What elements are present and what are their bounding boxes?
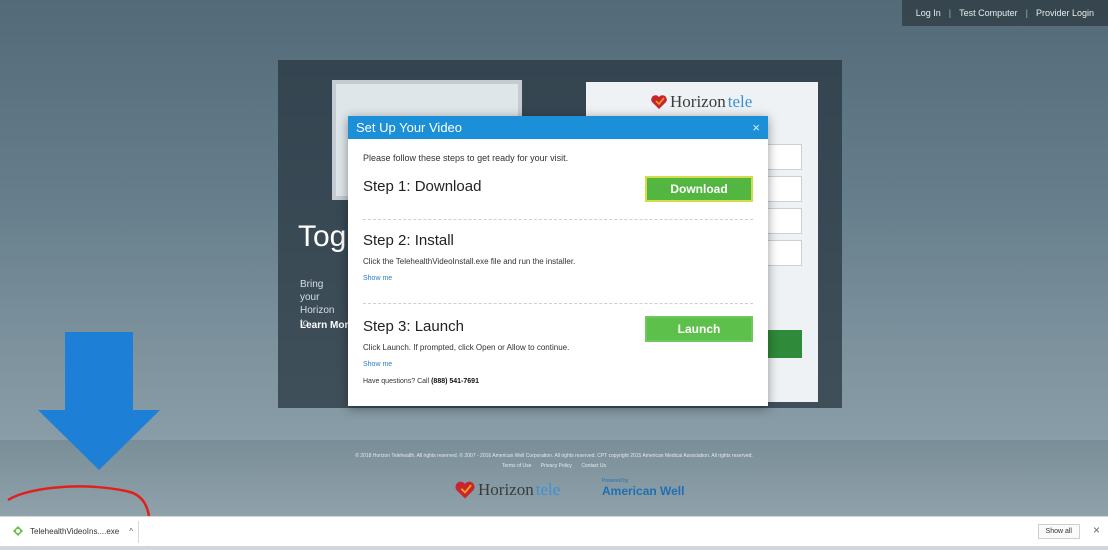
logo-text-tele: tele [727,92,753,111]
nav-test-computer[interactable]: Test Computer [951,8,1026,18]
modal-header: Set Up Your Video × [348,116,768,139]
top-nav: Log In | Test Computer | Provider Login [901,0,1108,26]
footer-link-terms[interactable]: Terms of Use [502,463,531,469]
download-filename: TelehealthVideoIns....exe [30,526,120,536]
support-phone: (888) 541-7691 [431,378,479,385]
hero-body-line: Bring your [300,279,324,303]
modal-body: Please follow these steps to get ready f… [348,153,768,385]
login-field[interactable] [766,144,802,170]
logo-text-tele: tele [535,480,561,499]
show-all-button[interactable]: Show all [1037,524,1080,539]
show-me-link[interactable]: Show me [363,361,753,368]
close-icon[interactable]: × [752,120,760,135]
footer-copyright: © 2018 Horizon Telehealth. All rights re… [355,453,753,459]
footer-links: Terms of Use Privacy Policy Contact Us [0,463,1108,469]
installer-file-icon [13,526,23,536]
heart-icon [455,481,475,499]
login-submit-button[interactable] [766,330,802,358]
download-button[interactable]: Download [645,176,753,202]
powered-by-logo: Powered by American Well [602,478,684,498]
close-icon[interactable]: × [1093,523,1100,537]
modal-title: Set Up Your Video [356,120,463,135]
setup-video-modal: Set Up Your Video × Please follow these … [348,116,768,406]
step-install: Step 2: Install Click the TelehealthVide… [363,220,753,303]
footer: © 2018 Horizon Telehealth. All rights re… [0,440,1108,516]
download-item[interactable]: TelehealthVideoIns....exe ^ [12,525,133,537]
heart-icon [651,95,667,109]
hero-heading: Tog [298,220,347,253]
step-launch: Step 3: Launch Launch Click Launch. If p… [363,304,753,368]
nav-provider-login[interactable]: Provider Login [1028,8,1102,18]
footer-link-contact[interactable]: Contact Us [581,463,606,469]
step-download: Step 1: Download Download [363,173,753,219]
chevron-up-icon[interactable]: ^ [129,527,133,536]
download-separator [138,521,139,543]
step-description: Click the TelehealthVideoInstall.exe fil… [363,257,576,266]
login-field[interactable] [766,176,802,202]
footer-link-privacy[interactable]: Privacy Policy [541,463,572,469]
login-field[interactable] [766,240,802,266]
american-well-brand: American Well [602,484,685,498]
step-description: Click Launch. If prompted, click Open or… [363,343,570,352]
login-field[interactable] [766,208,802,234]
horizon-tele-logo: Horizon tele [650,92,752,112]
learn-more-link[interactable]: Learn Mor [300,320,350,331]
download-bar: TelehealthVideoIns....exe ^ Show all × [0,516,1108,546]
modal-intro: Please follow these steps to get ready f… [363,153,569,163]
nav-log-in[interactable]: Log In [908,8,949,18]
show-me-link[interactable]: Show me [363,275,753,282]
logo-text-horizon: Horizon [670,92,726,111]
questions-text: Have questions? Call (888) 541-7691 [363,378,753,385]
horizon-tele-logo: Horizon tele [454,480,560,500]
launch-button[interactable]: Launch [645,316,753,342]
logo-text-horizon: Horizon [478,480,534,499]
arrow-down-icon [38,332,160,470]
step-title: Step 2: Install [363,232,454,249]
questions-prefix: Have questions? Call [363,378,432,385]
telehealth-page: Log In | Test Computer | Provider Login … [0,0,1108,516]
